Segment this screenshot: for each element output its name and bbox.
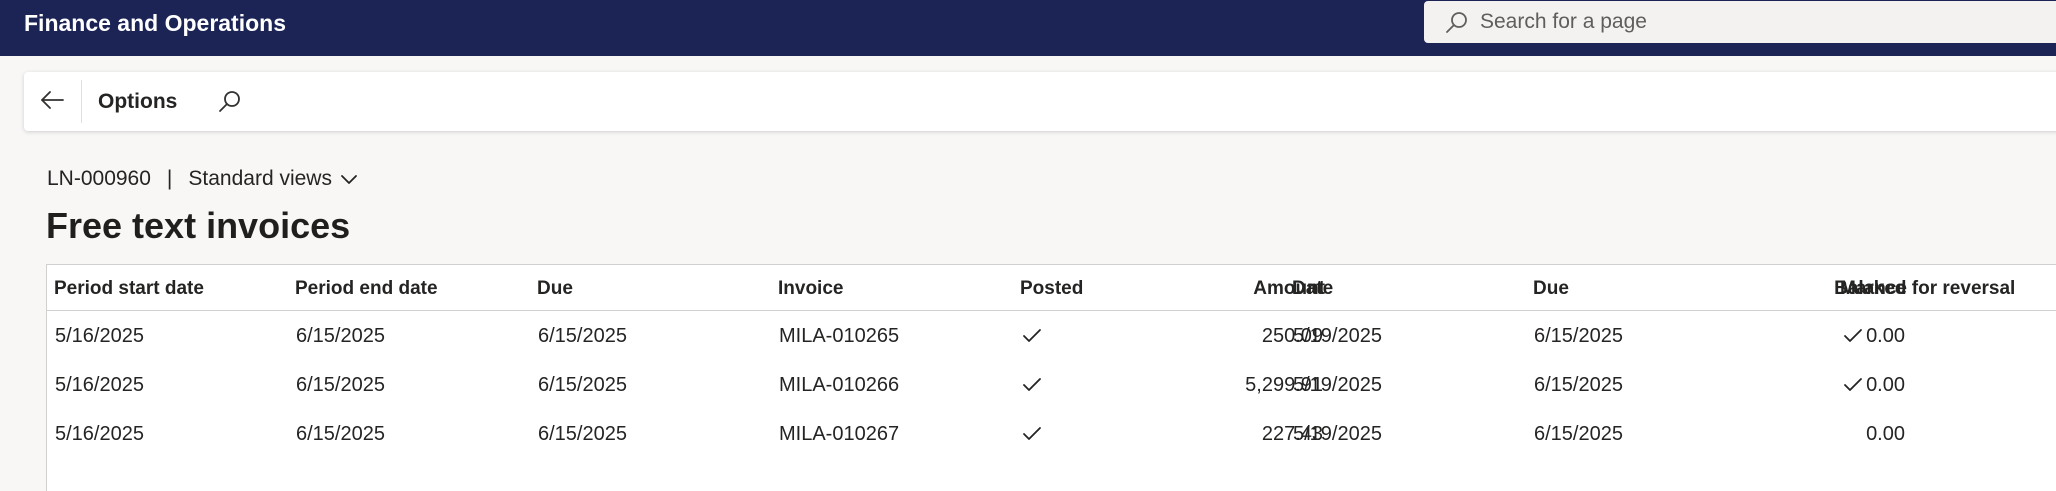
back-arrow-icon (39, 87, 65, 118)
page-title: Free text invoices (46, 205, 351, 246)
column-header-period-end-date[interactable]: Period end date (295, 278, 438, 300)
app-title[interactable]: Finance and Operations (24, 9, 286, 37)
cell-invoice[interactable]: MILA-010267 (779, 422, 899, 446)
action-pane-divider (81, 80, 82, 123)
table-row[interactable]: 5/16/2025 6/15/2025 6/15/2025 MILA-01026… (47, 360, 2056, 409)
cell-period-start-date: 5/16/2025 (55, 374, 144, 396)
back-button[interactable] (32, 82, 72, 122)
cell-due-2: 6/15/2025 (1534, 325, 1623, 347)
checkmark-icon (1021, 325, 1043, 347)
breadcrumb-separator: | (166, 167, 173, 190)
standard-views-dropdown[interactable]: Standard views (188, 166, 358, 192)
chevron-down-icon (340, 173, 358, 185)
column-header-period-start-date[interactable]: Period start date (54, 278, 204, 300)
checkmark-icon (1021, 423, 1043, 445)
breadcrumb: LN-000960 | Standard views (47, 166, 358, 192)
cell-invoice[interactable]: MILA-010266 (779, 373, 899, 397)
cell-date: 5/19/2025 (1293, 423, 1382, 445)
top-navigation-bar: Finance and Operations (0, 0, 2056, 56)
page-search-input[interactable] (1480, 10, 2040, 34)
options-button[interactable]: Options (98, 89, 177, 115)
invoices-grid: Period start date Period end date Due In… (46, 264, 2056, 491)
cell-balance: 0.00 (1866, 423, 1905, 445)
cell-balance: 0.00 (1866, 374, 1905, 396)
table-row[interactable]: 5/16/2025 6/15/2025 6/15/2025 MILA-01026… (47, 409, 2056, 458)
cell-due-2: 6/15/2025 (1534, 374, 1623, 396)
standard-views-label: Standard views (188, 167, 332, 190)
search-icon (1444, 9, 1470, 35)
action-pane: Options (24, 72, 2056, 131)
column-header-invoice[interactable]: Invoice (778, 278, 843, 300)
record-id: LN-000960 (47, 167, 151, 190)
cell-due-2: 6/15/2025 (1534, 423, 1623, 445)
cell-due: 6/15/2025 (538, 423, 627, 445)
table-row[interactable]: 5/16/2025 6/15/2025 6/15/2025 MILA-01026… (47, 311, 2056, 360)
search-icon (218, 89, 242, 118)
column-header-marked-for-reversal[interactable]: Marked for reversal (1840, 278, 2015, 300)
action-search-button[interactable] (212, 85, 248, 121)
cell-period-start-date: 5/16/2025 (55, 423, 144, 445)
column-header-date[interactable]: Date (1292, 278, 1333, 300)
cell-period-start-date: 5/16/2025 (55, 325, 144, 347)
grid-header: Period start date Period end date Due In… (47, 265, 2056, 311)
cell-period-end-date: 6/15/2025 (296, 374, 385, 396)
cell-period-end-date: 6/15/2025 (296, 325, 385, 347)
checkmark-icon (1842, 325, 1864, 347)
cell-due: 6/15/2025 (538, 325, 627, 347)
cell-invoice[interactable]: MILA-010265 (779, 324, 899, 348)
cell-balance: 0.00 (1866, 325, 1905, 347)
cell-due: 6/15/2025 (538, 374, 627, 396)
column-header-due[interactable]: Due (537, 278, 573, 300)
page-search-box[interactable] (1424, 1, 2056, 43)
column-header-posted[interactable]: Posted (1020, 278, 1083, 300)
column-header-due-2[interactable]: Due (1533, 278, 1569, 300)
checkmark-icon (1842, 374, 1864, 396)
cell-period-end-date: 6/15/2025 (296, 423, 385, 445)
checkmark-icon (1021, 374, 1043, 396)
cell-date: 5/19/2025 (1293, 325, 1382, 347)
cell-date: 5/19/2025 (1293, 374, 1382, 396)
